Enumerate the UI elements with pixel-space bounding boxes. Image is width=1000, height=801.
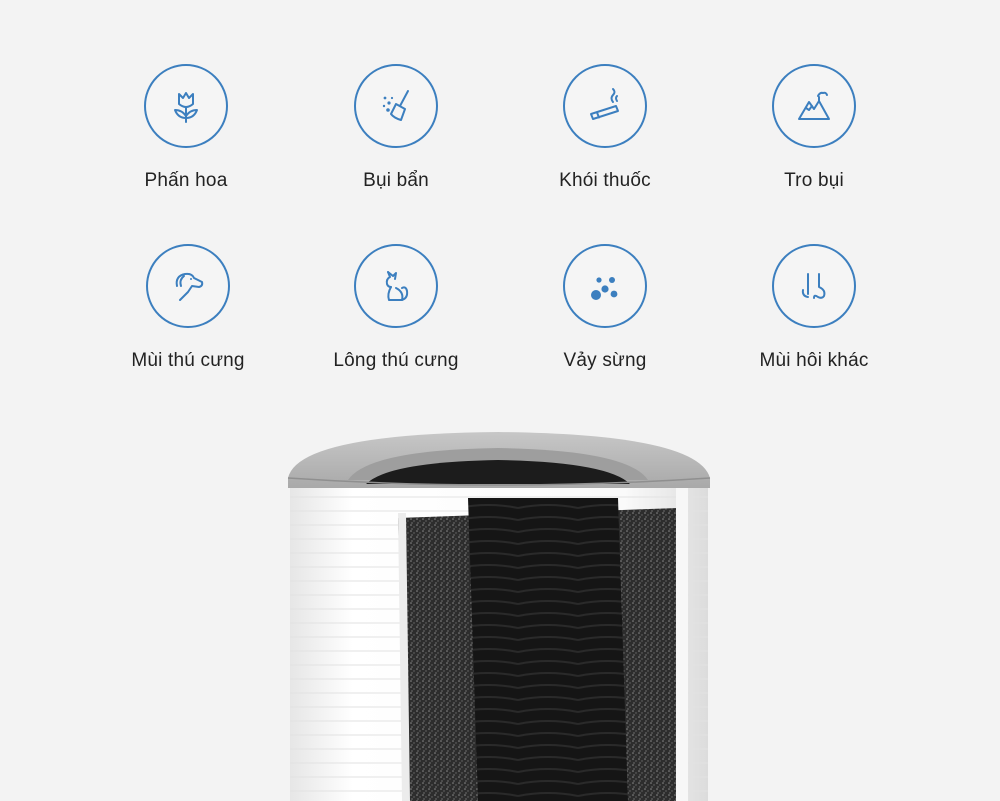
filter-cylinder-image bbox=[287, 432, 711, 801]
feature-label: Khói thuốc bbox=[559, 170, 651, 191]
feature-label: Mùi hôi khác bbox=[759, 350, 869, 371]
feature-pollen: Phấn hoa bbox=[96, 64, 276, 192]
feature-label: Phấn hoa bbox=[144, 170, 228, 191]
feature-label: Mùi thú cưng bbox=[131, 350, 245, 371]
feature-ash: Tro bụi bbox=[724, 64, 904, 192]
feature-label: Lông thú cưng bbox=[333, 350, 459, 371]
cigarette-icon bbox=[563, 64, 647, 148]
broom-dust-icon bbox=[354, 64, 438, 148]
feature-pet-hair: Lông thú cưng bbox=[306, 244, 486, 372]
feature-dander: Vảy sừng bbox=[515, 244, 695, 372]
nose-icon bbox=[772, 244, 856, 328]
dog-icon bbox=[146, 244, 230, 328]
feature-pet-odor: Mùi thú cưng bbox=[98, 244, 278, 372]
feature-label: Vảy sừng bbox=[563, 350, 647, 371]
particles-icon bbox=[563, 244, 647, 328]
pollutant-grid: Phấn hoa Bụi bẩn Khói thuốc Tro bụi Mùi … bbox=[0, 0, 1000, 400]
feature-dust: Bụi bẩn bbox=[306, 64, 486, 192]
cat-icon bbox=[354, 244, 438, 328]
mountain-ash-icon bbox=[772, 64, 856, 148]
feature-label: Bụi bẩn bbox=[363, 170, 429, 191]
flower-icon bbox=[144, 64, 228, 148]
feature-label: Tro bụi bbox=[784, 170, 844, 191]
feature-smoke: Khói thuốc bbox=[515, 64, 695, 192]
feature-other-odor: Mùi hôi khác bbox=[724, 244, 904, 372]
